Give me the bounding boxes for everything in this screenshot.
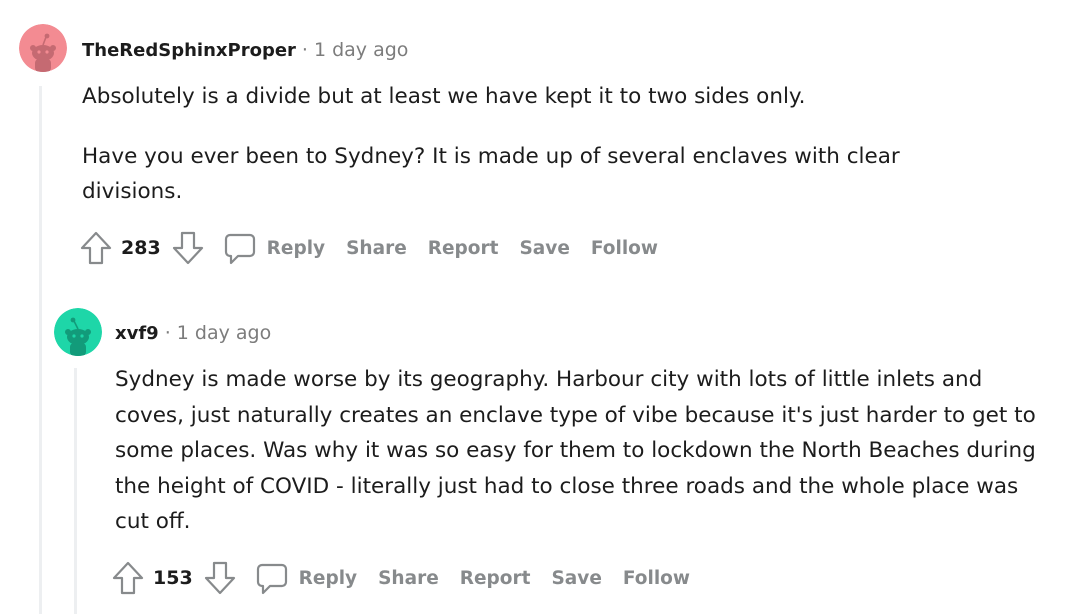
meta-separator: · bbox=[164, 322, 171, 344]
reply-label[interactable]: Reply bbox=[267, 238, 325, 259]
comment-actions: 153 Reply Share Report Save Follow bbox=[111, 558, 690, 598]
snoo-avatar-icon bbox=[19, 24, 67, 72]
share-button[interactable]: Share bbox=[346, 238, 407, 259]
reply-label[interactable]: Reply bbox=[299, 568, 357, 589]
upvote-arrow-icon[interactable] bbox=[79, 230, 113, 266]
report-button[interactable]: Report bbox=[428, 238, 499, 259]
follow-button[interactable]: Follow bbox=[591, 238, 658, 259]
comment-paragraph: Absolutely is a divide but at least we h… bbox=[82, 84, 806, 109]
share-button[interactable]: Share bbox=[378, 568, 439, 589]
timestamp[interactable]: 1 day ago bbox=[314, 39, 408, 61]
downvote-arrow-icon[interactable] bbox=[203, 560, 237, 596]
meta-separator: · bbox=[301, 39, 308, 61]
downvote-arrow-icon[interactable] bbox=[171, 230, 205, 266]
thread-line-outer[interactable] bbox=[39, 86, 42, 614]
save-button[interactable]: Save bbox=[519, 238, 569, 259]
avatar[interactable] bbox=[54, 308, 102, 356]
timestamp[interactable]: 1 day ago bbox=[177, 322, 271, 344]
comment-paragraph: Have you ever been to Sydney? It is made… bbox=[82, 143, 900, 205]
report-button[interactable]: Report bbox=[460, 568, 531, 589]
comment-body: Sydney is made worse by its geography. H… bbox=[115, 362, 1045, 540]
comment-paragraph: Sydney is made worse by its geography. H… bbox=[115, 367, 1036, 534]
comment-actions: 283 Reply Share Report Save Follow bbox=[79, 228, 658, 268]
vote-score: 283 bbox=[121, 237, 161, 259]
comment-meta: xvf9 · 1 day ago bbox=[115, 320, 271, 347]
reply-button[interactable]: Reply bbox=[255, 560, 357, 596]
username[interactable]: xvf9 bbox=[115, 323, 159, 344]
save-button[interactable]: Save bbox=[551, 568, 601, 589]
upvote-arrow-icon[interactable] bbox=[111, 560, 145, 596]
snoo-avatar-icon bbox=[54, 308, 102, 356]
avatar[interactable] bbox=[19, 24, 67, 72]
comment-body: Absolutely is a divide but at least we h… bbox=[82, 79, 1042, 210]
reply-button[interactable]: Reply bbox=[223, 230, 325, 266]
speech-bubble-icon bbox=[223, 230, 257, 266]
comment-meta: TheRedSphinxProper · 1 day ago bbox=[82, 37, 408, 64]
username[interactable]: TheRedSphinxProper bbox=[82, 40, 296, 61]
thread-line-inner[interactable] bbox=[74, 368, 77, 614]
vote-score: 153 bbox=[153, 567, 193, 589]
follow-button[interactable]: Follow bbox=[623, 568, 690, 589]
speech-bubble-icon bbox=[255, 560, 289, 596]
